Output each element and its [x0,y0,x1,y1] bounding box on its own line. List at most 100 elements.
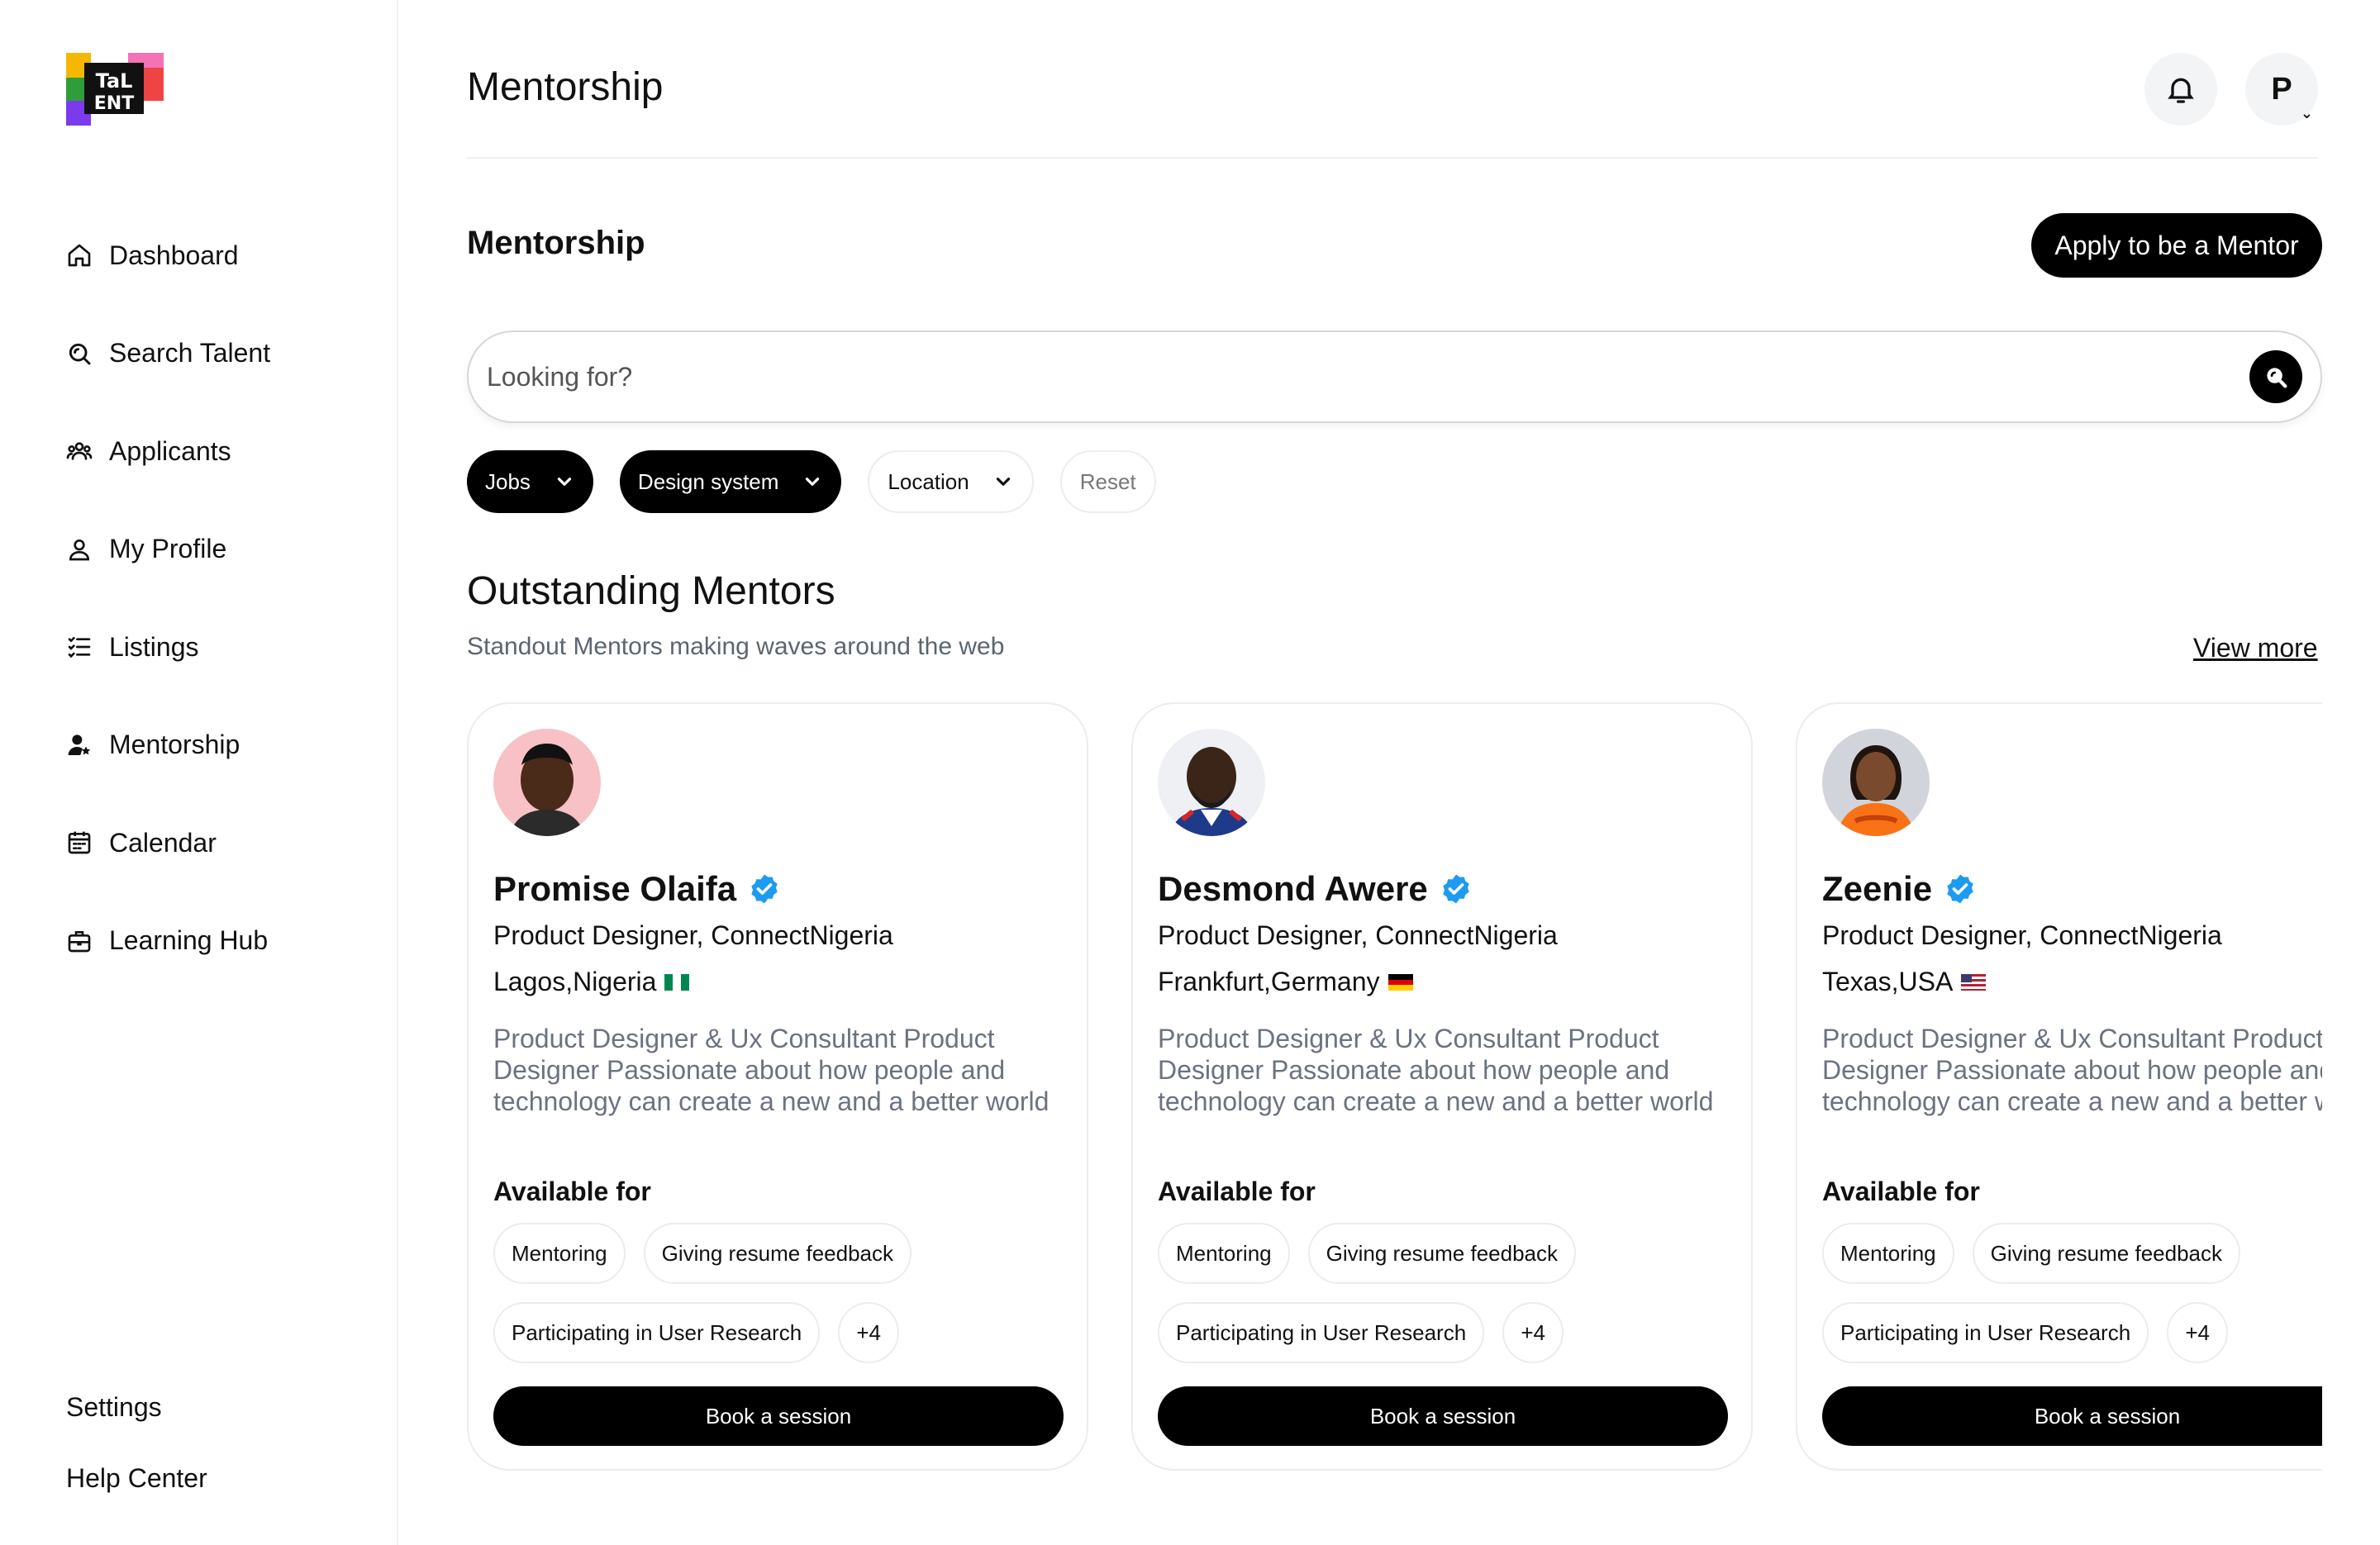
settings-link[interactable]: Settings [66,1371,207,1443]
mentor-role: Product Designer, ConnectNigeria [1822,920,2222,950]
sidebar-item-applicants[interactable]: Applicants [64,402,270,501]
mentor-location-row: Lagos,Nigeria [493,967,690,997]
filter-label: Jobs [485,468,531,494]
user-avatar-menu[interactable]: P ⌄ [2245,53,2318,126]
mentor-location: Lagos,Nigeria [493,967,657,996]
tag-mentoring: Mentoring [1158,1223,1290,1284]
mentor-card: Desmond Awere Product Designer, ConnectN… [1131,702,1753,1471]
mentor-name-row: Zeenie [1822,869,1977,909]
sidebar-item-label: Calendar [109,827,217,858]
section-title: Mentorship [467,225,645,261]
usa-flag-icon [1961,973,1987,991]
mentor-avatar [1158,729,1265,836]
available-for-label: Available for [1822,1177,1980,1206]
sidebar-item-dashboard[interactable]: Dashboard [64,207,270,305]
talent-logo[interactable]: TaL ENT [66,53,164,126]
sidebar-item-calendar[interactable]: Calendar [64,794,270,892]
page-title: Mentorship [467,65,664,109]
sidebar-item-my-profile[interactable]: My Profile [64,501,270,599]
logo-line1: TaL [96,69,133,93]
mentor-location: Texas,USA [1822,967,1954,996]
book-session-button[interactable]: Book a session [1158,1386,1728,1446]
users-icon [64,436,94,466]
filter-label: Location [888,468,969,494]
mentor-name: Promise Olaifa [493,869,737,908]
tag-resume-feedback: Giving resume feedback [1307,1223,1576,1284]
sidebar-item-label: Learning Hub [109,925,269,956]
apply-mentor-button[interactable]: Apply to be a Mentor [2031,213,2322,278]
mentor-bio: Product Designer & Ux Consultant Product… [1822,1024,2322,1116]
mentor-avatar [493,729,601,836]
outstanding-mentors-title: Outstanding Mentors [467,569,835,613]
sidebar-item-label: Mentorship [109,730,240,760]
avatar-initial: P [2271,71,2292,107]
sidebar-item-label: Applicants [109,435,231,466]
chevron-down-icon [802,471,823,492]
tag-mentoring: Mentoring [493,1223,626,1284]
sidebar-item-label: Listings [109,631,199,662]
available-for-label: Available for [493,1177,651,1206]
bell-icon [2168,78,2194,103]
sidebar-bottom: Settings Help Center [66,1371,207,1514]
verified-badge-icon [1440,872,1473,906]
search-input[interactable] [487,350,2189,403]
more-tags-button[interactable]: +4 [2167,1302,2229,1363]
mentor-card: Zeenie Product Designer, ConnectNigeria … [1796,702,2322,1471]
tag-user-research: Participating in User Research [1822,1302,2149,1363]
tag-user-research: Participating in User Research [1158,1302,1485,1363]
mentor-location: Frankfurt,Germany [1158,967,1380,996]
mentor-name: Desmond Awere [1158,869,1428,908]
mentor-name-row: Desmond Awere [1158,869,1473,909]
filter-label: Design system [637,468,779,494]
verified-badge-icon [1944,872,1977,906]
search-icon [2267,368,2287,388]
sidebar-item-listings[interactable]: Listings [64,598,270,696]
germany-flag-icon [1388,973,1413,991]
mentor-avatar [1822,729,1930,836]
book-session-button[interactable]: Book a session [493,1386,1064,1446]
mentor-name: Zeenie [1822,869,1933,908]
tag-user-research: Participating in User Research [493,1302,821,1363]
help-center-link[interactable]: Help Center [66,1443,207,1514]
mentorship-icon [64,730,94,760]
book-session-button[interactable]: Book a session [1822,1386,2322,1446]
view-more-link[interactable]: View more [2193,633,2318,663]
sidebar-item-label: Search Talent [109,338,271,368]
sidebar-nav: Dashboard Search Talent Applicants My Pr… [64,207,270,990]
search-button[interactable] [2249,350,2302,403]
mentor-location-row: Frankfurt,Germany [1158,967,1413,997]
mentor-role: Product Designer, ConnectNigeria [493,920,893,950]
chevron-down-icon [992,471,1014,492]
tag-mentoring: Mentoring [1822,1223,1954,1284]
verified-badge-icon [748,872,781,906]
mentor-tags: Mentoring Giving resume feedback Partici… [493,1223,1072,1363]
sidebar-item-learning-hub[interactable]: Learning Hub [64,892,270,991]
reset-filters-button[interactable]: Reset [1059,450,1156,513]
search-icon [64,339,94,368]
home-icon [64,240,94,270]
search-bar [467,330,2322,423]
sidebar-item-search-talent[interactable]: Search Talent [64,305,270,403]
chevron-down-icon: ⌄ [2300,105,2313,121]
nigeria-flag-icon [664,973,690,991]
sidebar: TaL ENT Dashboard Search Talent Applican… [0,0,398,1545]
mentor-bio: Product Designer & Ux Consultant Product… [493,1024,1050,1116]
sidebar-item-label: Dashboard [109,240,239,270]
mentor-card: Promise Olaifa Product Designer, Connect… [467,702,1088,1471]
filter-jobs[interactable]: Jobs [467,450,593,513]
mentor-location-row: Texas,USA [1822,967,1987,997]
mentor-tags: Mentoring Giving resume feedback Partici… [1822,1223,2322,1363]
filter-location[interactable]: Location [868,450,1034,513]
briefcase-icon [64,926,94,956]
tag-resume-feedback: Giving resume feedback [643,1223,912,1284]
logo-line2: ENT [94,93,134,114]
filter-design-system[interactable]: Design system [619,450,842,513]
sidebar-item-mentorship[interactable]: Mentorship [64,696,270,795]
more-tags-button[interactable]: +4 [838,1302,900,1363]
top-header: Mentorship P ⌄ [467,0,2318,159]
notifications-button[interactable] [2144,53,2217,126]
available-for-label: Available for [1158,1177,1316,1206]
more-tags-button[interactable]: +4 [1502,1302,1564,1363]
mentor-role: Product Designer, ConnectNigeria [1158,920,1558,950]
mentor-bio: Product Designer & Ux Consultant Product… [1158,1024,1714,1116]
